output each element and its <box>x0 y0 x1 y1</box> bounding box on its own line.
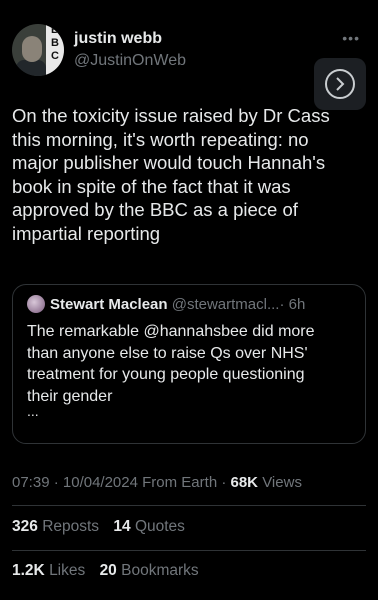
divider <box>12 505 366 506</box>
quoted-avatar[interactable] <box>27 295 45 313</box>
bookmarks-link[interactable]: 20 Bookmarks <box>100 562 199 579</box>
quoted-tweet[interactable]: Stewart Maclean @stewartmacl...· 6h The … <box>12 284 366 444</box>
tweet-line: approved by the BBC as a piece of <box>12 199 298 221</box>
tweet-date[interactable]: 10/04/2024 <box>63 474 138 491</box>
tweet-time[interactable]: 07:39 <box>12 474 50 491</box>
author-avatar[interactable]: B B C <box>12 24 64 76</box>
quoted-line: their gender <box>27 387 113 405</box>
reposts-link[interactable]: 326 Reposts <box>12 518 99 535</box>
views-label: Views <box>262 474 302 491</box>
quoted-line: The remarkable @hannahsbee did more <box>27 323 315 340</box>
quoted-text: The remarkable @hannahsbee did more than… <box>27 321 357 407</box>
bbc-logo: B B C <box>46 24 64 76</box>
tweet-line: impartial reporting <box>12 222 161 244</box>
stats-row-1: 326 Reposts 14 Quotes <box>12 518 185 536</box>
quoted-line: treatment for young people questioning <box>27 366 305 383</box>
quoted-ellipsis: ... <box>27 403 39 419</box>
stats-row-2: 1.2K Likes 20 Bookmarks <box>12 562 199 580</box>
chevron-right-circle-icon <box>325 69 355 99</box>
likes-label: Likes <box>49 562 86 579</box>
quoted-time: · 6h <box>279 296 306 313</box>
tweet-line: On the toxicity issue raised by Dr Cass <box>12 105 330 126</box>
divider <box>12 550 366 551</box>
quoted-author-name[interactable]: Stewart Maclean <box>50 296 168 313</box>
reposts-label: Reposts <box>42 518 100 535</box>
quoted-line: than anyone else to raise Qs over NHS' <box>27 344 308 362</box>
tweet-header: B B C justin webb @JustinOnWeb ••• <box>12 24 366 110</box>
quoted-header: Stewart Maclean @stewartmacl...· 6h <box>27 295 355 315</box>
tweet-text: On the toxicity issue raised by Dr Cass … <box>12 104 364 246</box>
tweet-line: major publisher would touch Hannah's <box>12 152 326 174</box>
author-handle[interactable]: @JustinOnWeb <box>74 52 186 70</box>
quoted-author-handle[interactable]: @stewartmacl... <box>172 296 280 313</box>
avatar-body <box>16 60 46 76</box>
likes-link[interactable]: 1.2K Likes <box>12 562 85 579</box>
likes-count: 1.2K <box>12 562 45 579</box>
reposts-count: 326 <box>12 518 38 535</box>
tweet-line: this morning, it's worth repeating: no <box>12 128 309 150</box>
bookmarks-label: Bookmarks <box>121 562 199 579</box>
author-name[interactable]: justin webb <box>74 30 162 48</box>
views-count: 68K <box>230 474 259 491</box>
avatar-face <box>22 36 42 62</box>
quotes-label: Quotes <box>134 518 185 535</box>
tweet-line: book in spite of the fact that it was <box>12 175 291 197</box>
next-button[interactable] <box>314 58 366 110</box>
quotes-count: 14 <box>113 518 131 535</box>
tweet-meta: 07:39 · 10/04/2024 From Earth · 68K View… <box>12 474 302 491</box>
quotes-link[interactable]: 14 Quotes <box>113 518 185 535</box>
tweet-source: From Earth <box>142 474 218 491</box>
bookmarks-count: 20 <box>99 562 117 579</box>
more-dots-icon[interactable]: ••• <box>342 30 360 46</box>
